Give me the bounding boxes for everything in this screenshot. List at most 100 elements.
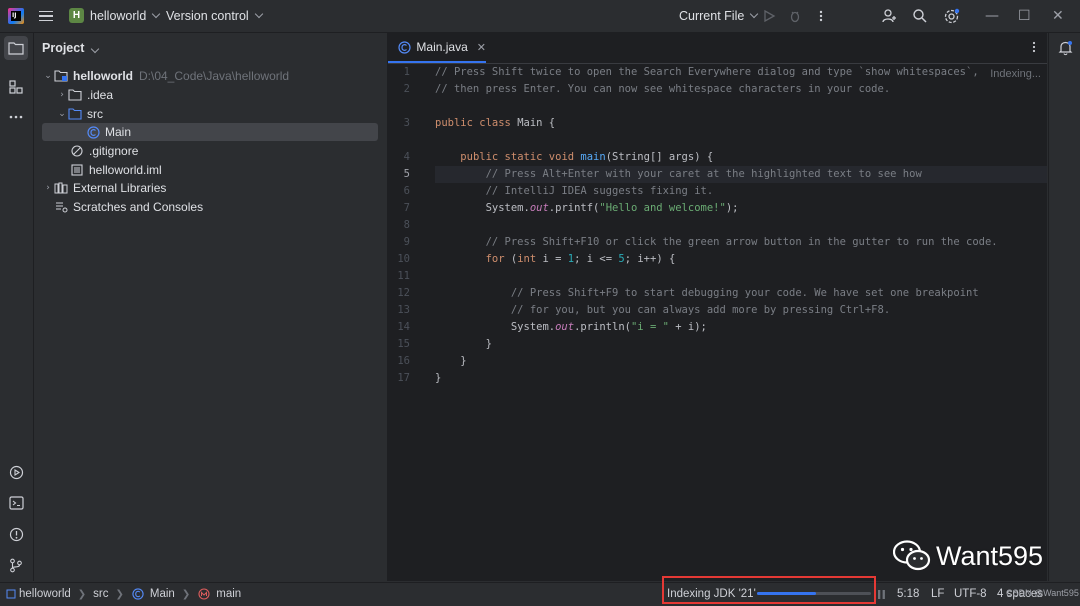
run-config-label: Current File — [679, 9, 745, 23]
tab-main-java[interactable]: Main.java ✕ — [388, 33, 486, 63]
line-number: 6 — [403, 185, 410, 197]
problems-tool-button[interactable] — [4, 522, 28, 546]
notifications-button[interactable] — [1053, 36, 1077, 60]
project-tool-button[interactable] — [4, 36, 28, 60]
project-path: D:\04_Code\Java\helloworld — [139, 69, 290, 83]
maximize-button[interactable]: ☐ — [1018, 0, 1031, 32]
line-number: 10 — [397, 253, 410, 265]
watermark-text: Want595 — [936, 540, 1044, 571]
run-config-selector[interactable]: Current File — [679, 0, 759, 32]
add-user-icon[interactable] — [881, 0, 897, 32]
settings-icon[interactable] — [943, 0, 960, 32]
editor-tab-bar: Main.java ✕ — [388, 33, 1047, 64]
line-number: 9 — [403, 236, 410, 248]
code-line: } — [435, 372, 442, 384]
search-icon[interactable] — [912, 0, 928, 32]
chevron-down-icon[interactable]: ⌄ — [56, 105, 68, 123]
pause-icon[interactable] — [877, 583, 886, 605]
line-number-current: 5 — [403, 168, 410, 180]
run-icon[interactable] — [762, 0, 776, 32]
source-folder-icon — [68, 107, 82, 121]
right-tool-strip — [1048, 33, 1080, 581]
version-control-menu[interactable]: Version control — [166, 0, 263, 32]
structure-icon — [9, 80, 23, 94]
code-line: // IntelliJ IDEA suggests fixing it. — [485, 185, 714, 197]
module-folder-icon — [6, 587, 16, 601]
code-line: System.out.printf("Hello and welcome!"); — [435, 202, 739, 214]
code-line: public class Main { — [435, 117, 556, 129]
problems-icon — [9, 527, 23, 541]
class-icon — [86, 125, 100, 139]
chevron-right-icon: ❯ — [77, 588, 87, 600]
code-line: } — [435, 338, 492, 350]
terminal-tool-button[interactable] — [4, 491, 28, 515]
editor-indexing-hint: Indexing... — [990, 68, 1041, 80]
more-actions-icon[interactable] — [815, 0, 827, 32]
project-badge: H — [69, 8, 84, 23]
line-number-gutter: 1 2 3 4 5 6 7 8 9 10 11 12 13 14 15 16 1… — [388, 64, 434, 581]
chevron-down-icon[interactable]: ⌄ — [42, 67, 54, 85]
chevron-right-icon: ❯ — [181, 588, 191, 600]
tree-item-external-libraries[interactable]: › External Libraries — [42, 179, 166, 197]
main-menu-icon[interactable] — [38, 0, 54, 32]
close-button[interactable]: ✕ — [1052, 0, 1064, 32]
code-line: // then press Enter. You can now see whi… — [435, 83, 891, 95]
line-number: 13 — [397, 304, 410, 316]
project-panel-header[interactable]: Project — [42, 41, 100, 55]
chevron-right-icon[interactable]: › — [42, 179, 54, 197]
services-tool-button[interactable] — [4, 460, 28, 484]
tree-item-gitignore[interactable]: .gitignore — [70, 142, 138, 160]
watermark-small: CSDN @Want595 — [1006, 588, 1079, 598]
line-number: 14 — [397, 321, 410, 333]
minimize-button[interactable]: — — [985, 0, 999, 32]
class-icon — [131, 587, 145, 601]
line-number: 12 — [397, 287, 410, 299]
status-bar: helloworld ❯ src ❯ Main ❯ main Indexing … — [0, 582, 1080, 606]
tree-item-src[interactable]: ⌄ src — [56, 105, 103, 123]
library-icon — [54, 181, 68, 195]
code-line: // Press Shift+F10 or click the green ar… — [485, 236, 998, 248]
caret-position[interactable]: 5:18 — [897, 583, 919, 605]
breadcrumb-item-src[interactable]: src — [93, 588, 108, 600]
code-line: System.out.println("i = " + i); — [435, 321, 707, 333]
code-line: for (int i = 1; i <= 5; i++) { — [485, 253, 676, 265]
breadcrumb-item-class[interactable]: Main — [150, 588, 175, 600]
line-number: 11 — [397, 270, 410, 282]
project-panel-title: Project — [42, 41, 85, 55]
tab-options-icon[interactable] — [1031, 41, 1037, 56]
tree-item-label: helloworld.iml — [89, 163, 162, 177]
structure-tool-button[interactable] — [4, 75, 28, 99]
code-area[interactable]: // Press Shift twice to open the Search … — [435, 64, 1047, 581]
notifications-icon — [1058, 41, 1072, 56]
tree-item-iml[interactable]: helloworld.iml — [70, 161, 162, 179]
code-line: // Press Shift twice to open the Search … — [435, 66, 979, 78]
line-number: 17 — [397, 372, 410, 384]
code-line: // Press Shift+F9 to start debugging you… — [510, 287, 979, 299]
line-ending[interactable]: LF — [931, 583, 944, 605]
tree-item-helloworld[interactable]: ⌄ helloworld D:\04_Code\Java\helloworld — [42, 67, 289, 85]
breadcrumb-item-method[interactable]: main — [216, 588, 241, 600]
folder-icon — [68, 88, 82, 102]
tree-item-scratches[interactable]: Scratches and Consoles — [54, 198, 203, 216]
line-number: 7 — [403, 202, 410, 214]
breadcrumb-item-project[interactable]: helloworld — [19, 588, 71, 600]
chevron-right-icon[interactable]: › — [56, 86, 68, 104]
code-line: // for you, but you can always add more … — [510, 304, 891, 316]
class-icon — [398, 40, 411, 54]
tree-item-idea[interactable]: › .idea — [56, 86, 113, 104]
version-control-label: Version control — [166, 9, 249, 23]
tree-item-main[interactable]: Main — [42, 123, 378, 141]
wechat-icon — [893, 540, 931, 571]
project-switcher[interactable]: helloworld — [90, 0, 161, 32]
chevron-down-icon — [152, 9, 161, 19]
line-number: 8 — [403, 219, 410, 231]
run-icon — [9, 465, 23, 479]
tab-label: Main.java — [416, 40, 468, 54]
more-tools-button[interactable] — [4, 105, 28, 129]
chevron-down-icon — [91, 44, 100, 54]
close-tab-icon[interactable]: ✕ — [477, 41, 486, 54]
file-encoding[interactable]: UTF-8 — [954, 583, 987, 605]
debug-icon[interactable] — [788, 0, 802, 32]
tree-item-label: External Libraries — [73, 181, 167, 195]
git-tool-button[interactable] — [4, 553, 28, 577]
